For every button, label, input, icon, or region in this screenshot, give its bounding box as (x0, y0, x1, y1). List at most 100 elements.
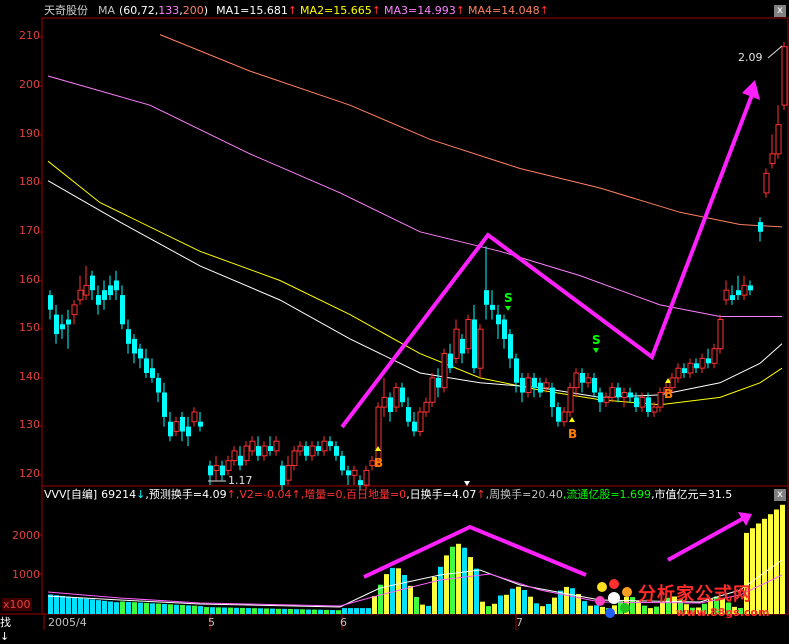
candle-down (180, 416, 185, 432)
vvv-indicator: VVV[自编] (44, 488, 98, 501)
candle-up (309, 445, 316, 457)
candle-up (285, 465, 292, 481)
candle-up (525, 377, 532, 393)
volume-bar (438, 566, 443, 614)
candle-up (191, 411, 198, 423)
volume-bar (144, 602, 149, 614)
price-panel-frame (41, 17, 789, 487)
candle-down (114, 280, 119, 291)
volume-bar (504, 594, 509, 614)
candle-down (132, 338, 137, 354)
volume-bar (420, 604, 425, 614)
volume-bar (210, 607, 215, 614)
candle-down (238, 455, 243, 466)
volume-bar (48, 594, 53, 614)
ma3-value: MA3=14.993 (384, 4, 456, 17)
candle-down (48, 295, 53, 310)
corner-button[interactable]: 找↓ (0, 616, 20, 643)
volume-bar (432, 577, 437, 614)
candle-down (162, 392, 167, 417)
stock-name: 天奇股份 (44, 4, 88, 17)
ma2-arrow-icon: ↑ (371, 4, 381, 17)
ma4-arrow-icon: ↑ (539, 4, 549, 17)
watermark-logo-icon (595, 579, 632, 618)
price-tick-170: 170 (19, 224, 40, 237)
candle-up (213, 465, 220, 472)
trend-annotation-line (340, 86, 757, 429)
volume-bar (336, 610, 341, 614)
volume-bar (66, 596, 71, 614)
candle-down (334, 446, 339, 456)
candle-down (436, 377, 441, 388)
candle-up (477, 328, 484, 369)
volume-bar (222, 607, 227, 614)
candle-down (406, 407, 411, 422)
candle-up (249, 440, 256, 452)
candle-up (609, 387, 616, 398)
volume-bar (240, 607, 245, 614)
candle-down (682, 368, 687, 374)
candle-down (758, 222, 763, 232)
price-tick-120: 120 (19, 467, 40, 480)
volume-bar (264, 608, 269, 614)
candle-down (144, 358, 149, 373)
v2-up-arrow-icon: ↑ (291, 488, 301, 501)
candle-down (388, 397, 393, 412)
candle-up (573, 372, 580, 389)
volume-bar (492, 603, 497, 614)
buy-signal-3: B (664, 387, 673, 401)
date-label-2005-4: 2005/4 (48, 616, 87, 629)
volume-bar (408, 585, 413, 614)
volume-bar (72, 597, 77, 614)
candle-up (567, 387, 574, 413)
candle-down (60, 324, 65, 330)
candle-up (423, 401, 430, 413)
v2-value: ,V2=-0.04 (235, 488, 292, 501)
ma-param-4: 200 (182, 4, 204, 17)
volume-bar (258, 608, 263, 614)
volume-bar (552, 597, 557, 614)
vvv-down-arrow-icon: ↓ (136, 488, 146, 501)
candle-down (340, 455, 345, 471)
ma1-value: MA1=15.681 (216, 4, 288, 17)
volume-trend-up-line (667, 516, 745, 562)
buy-signal-1: B (374, 456, 383, 470)
candle-up (441, 353, 448, 389)
volume-bar (468, 557, 473, 614)
volume-bar (252, 608, 257, 614)
close-volume-window-button[interactable]: x (774, 489, 786, 501)
ma1-arrow-icon: ↑ (287, 4, 298, 17)
candle-up (83, 284, 90, 296)
candle-up (675, 367, 682, 379)
price-tick-190: 190 (19, 127, 40, 140)
volume-bar (180, 605, 185, 614)
volume-tick-2000: 2000 (12, 529, 40, 542)
candle-down (496, 314, 501, 325)
volume-bar (150, 603, 155, 614)
volume-bar (348, 608, 353, 614)
candle-down (460, 338, 465, 354)
volume-bar (450, 546, 455, 614)
close-price-window-button[interactable]: x (774, 5, 786, 17)
candle-down (280, 465, 285, 486)
candle-down (358, 480, 363, 486)
candle-up (243, 445, 250, 462)
price-tick-210: 210 (19, 29, 40, 42)
volume-bar (246, 608, 251, 614)
ma-params-open: (60,72, (119, 4, 159, 17)
sell-signal-1: S (504, 291, 513, 305)
candle-up (297, 445, 304, 452)
increase-value: ,增量=0 (300, 488, 343, 501)
float-shares: ,流通亿股=1.699 (562, 488, 652, 501)
candle-down (550, 387, 555, 408)
candle-down (484, 290, 489, 305)
candle-up (775, 124, 782, 155)
candle-up (769, 153, 776, 165)
candle-up (603, 396, 610, 403)
candle-down (748, 285, 753, 291)
candle-up (741, 284, 748, 296)
candle-down (508, 334, 513, 359)
volume-bar (162, 604, 167, 614)
volume-bar (270, 608, 275, 614)
candle-down (168, 421, 173, 437)
